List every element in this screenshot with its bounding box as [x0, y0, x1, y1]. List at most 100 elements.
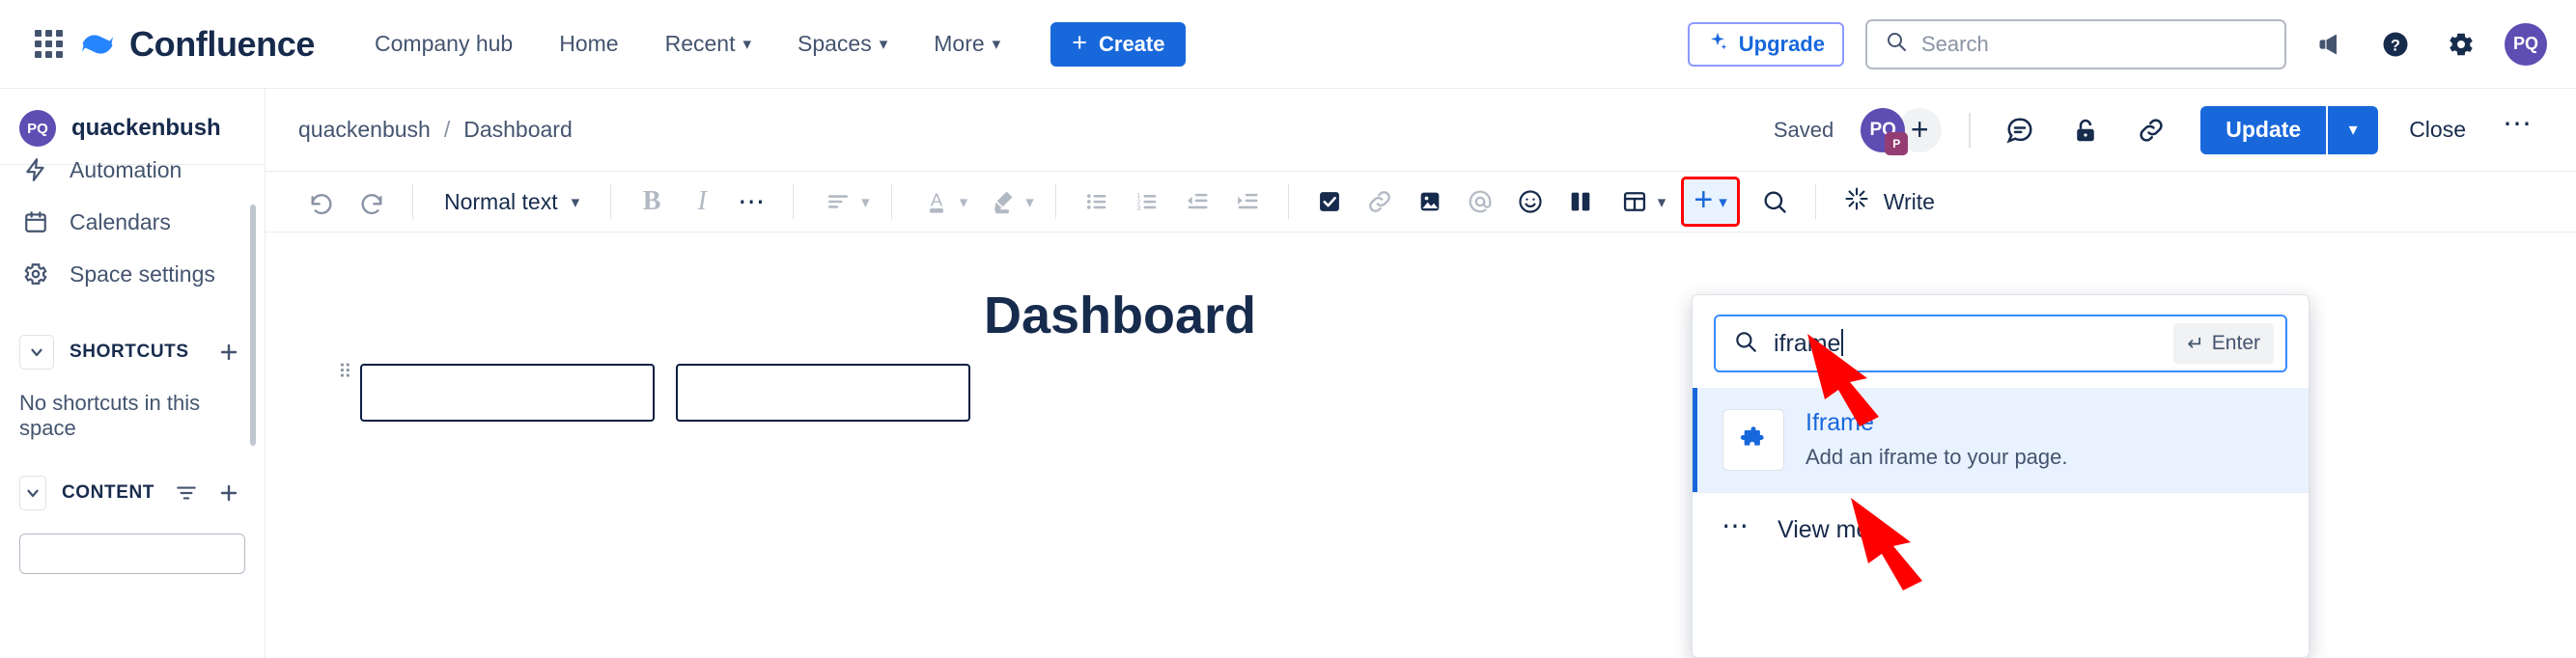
nav-spaces-label: Spaces	[798, 31, 872, 56]
puzzle-piece-icon	[1722, 409, 1784, 471]
chevron-down-icon[interactable]	[19, 335, 54, 370]
create-button[interactable]: + Create	[1050, 21, 1187, 67]
content-block-left[interactable]	[360, 364, 655, 422]
plus-icon[interactable]	[212, 336, 245, 369]
drag-handle-icon[interactable]: ⠿	[338, 363, 352, 382]
nav-company-hub[interactable]: Company hub	[369, 21, 518, 67]
find-replace-icon[interactable]	[1751, 178, 1798, 225]
outdent-icon[interactable]	[1174, 178, 1220, 225]
content-actions	[170, 477, 245, 509]
ai-write-button[interactable]: Write	[1834, 185, 1945, 218]
numbered-list-icon[interactable]: 1 2 3	[1124, 178, 1170, 225]
highlight-icon	[979, 178, 1025, 225]
link-icon[interactable]	[1357, 178, 1403, 225]
text-color-button[interactable]: A ▾	[910, 178, 972, 225]
checkbox-task-icon[interactable]	[1306, 178, 1353, 225]
update-button[interactable]: Update	[2200, 105, 2327, 154]
upgrade-button-label: Upgrade	[1738, 31, 1825, 56]
nav-home[interactable]: Home	[553, 21, 624, 67]
indent-icon[interactable]	[1224, 178, 1271, 225]
bullet-list-icon[interactable]	[1074, 178, 1120, 225]
nav-recent[interactable]: Recent ▾	[659, 21, 757, 67]
svg-text:3: 3	[1136, 206, 1140, 212]
update-dropdown-button[interactable]: ▾	[2326, 105, 2379, 154]
settings-gear-icon[interactable]	[2439, 22, 2483, 67]
bold-label: B	[642, 186, 661, 216]
filter-icon[interactable]	[170, 477, 203, 509]
search-placeholder: Search	[1921, 31, 1989, 56]
gear-icon	[21, 260, 50, 288]
sidebar-item-calendars[interactable]: Calendars	[0, 196, 265, 248]
redo-icon[interactable]	[349, 178, 395, 225]
emoji-icon[interactable]	[1507, 178, 1554, 225]
divider	[1054, 184, 1056, 219]
brand-name: Confluence	[129, 23, 316, 64]
chevron-down-icon: ▾	[2348, 120, 2358, 139]
insert-search-input[interactable]: iframe ↵ Enter	[1714, 315, 2287, 372]
chevron-down-icon: ▾	[879, 35, 888, 53]
nav-recent-label: Recent	[664, 31, 736, 56]
content-search-field[interactable]	[19, 534, 245, 574]
bolt-icon	[21, 155, 50, 184]
text-align-icon	[815, 178, 861, 225]
more-formatting-icon[interactable]: ⋯	[729, 178, 775, 225]
avatar[interactable]: PQ	[2505, 22, 2547, 66]
create-button-label: Create	[1099, 31, 1165, 56]
search-input[interactable]: Search	[1865, 18, 2286, 69]
image-icon[interactable]	[1407, 178, 1453, 225]
sidebar-section-shortcuts-label: SHORTCUTS	[70, 342, 189, 362]
enter-hint: ↵ Enter	[2173, 323, 2274, 364]
nav-spaces[interactable]: Spaces ▾	[792, 21, 893, 67]
divider	[610, 184, 612, 219]
text-style-dropdown[interactable]: Normal text ▾	[431, 178, 593, 225]
insert-element-button[interactable]: + ▾	[1681, 177, 1740, 227]
sidebar-scrollbar[interactable]	[250, 205, 256, 446]
megaphone-icon[interactable]	[2308, 22, 2352, 67]
table-icon	[1611, 178, 1658, 225]
chevron-down-icon[interactable]	[19, 476, 46, 510]
insert-result-iframe[interactable]: Iframe Add an iframe to your page.	[1693, 388, 2309, 492]
upgrade-button[interactable]: Upgrade	[1687, 21, 1844, 67]
divider	[412, 184, 413, 219]
comment-icon[interactable]	[1998, 108, 2042, 152]
confluence-logo-link[interactable]: Confluence	[79, 24, 315, 65]
chevron-down-icon: ▾	[1719, 192, 1727, 211]
enter-return-icon: ↵	[2187, 332, 2204, 355]
restrictions-lock-icon[interactable]	[2063, 108, 2108, 152]
content-block-right[interactable]	[676, 364, 970, 422]
collaborator-avatar[interactable]: PQ P	[1861, 107, 1909, 155]
breadcrumb-space[interactable]: quackenbush	[298, 117, 431, 143]
plus-icon[interactable]	[212, 477, 245, 509]
italic-button[interactable]: I	[679, 178, 725, 225]
text-color-icon: A	[913, 178, 960, 225]
page-header-actions: Saved PQ P + Update ▾ Close ⋯	[1774, 105, 2539, 155]
search-icon	[1733, 329, 1758, 359]
chevron-down-icon: ▾	[742, 35, 751, 53]
sidebar-section-content: CONTENT	[0, 466, 265, 520]
close-button[interactable]: Close	[2399, 117, 2476, 143]
table-button[interactable]: ▾	[1608, 178, 1670, 225]
sidebar-section-content-label: CONTENT	[61, 482, 154, 503]
insert-search-value: iframe	[1774, 330, 1841, 357]
breadcrumb-page[interactable]: Dashboard	[463, 117, 573, 143]
undo-icon[interactable]	[298, 178, 345, 225]
mention-at-icon[interactable]	[1457, 178, 1503, 225]
sidebar-item-space-settings[interactable]: Space settings	[0, 248, 265, 300]
more-options-icon[interactable]: ⋯	[2497, 107, 2539, 141]
nav-more[interactable]: More ▾	[928, 21, 1006, 67]
divider	[890, 184, 892, 219]
view-more-button[interactable]: ⋯ View more	[1693, 493, 2309, 567]
grid-apps-icon[interactable]	[29, 25, 68, 64]
text-align-button[interactable]: ▾	[811, 178, 874, 225]
breadcrumb: quackenbush / Dashboard	[298, 117, 573, 143]
space-avatar-initials: PQ	[27, 120, 48, 137]
insert-element-dropdown: iframe ↵ Enter Iframe Add an iframe to y…	[1692, 294, 2310, 658]
sidebar-item-automation[interactable]: Automation	[0, 144, 265, 196]
sidebar-item-automation-label: Automation	[70, 156, 182, 182]
layouts-icon[interactable]	[1557, 178, 1604, 225]
copy-link-icon[interactable]	[2129, 108, 2173, 152]
highlight-button[interactable]: ▾	[975, 178, 1038, 225]
bold-button[interactable]: B	[629, 178, 675, 225]
text-style-label: Normal text	[444, 188, 558, 214]
help-icon[interactable]: ?	[2373, 22, 2418, 67]
